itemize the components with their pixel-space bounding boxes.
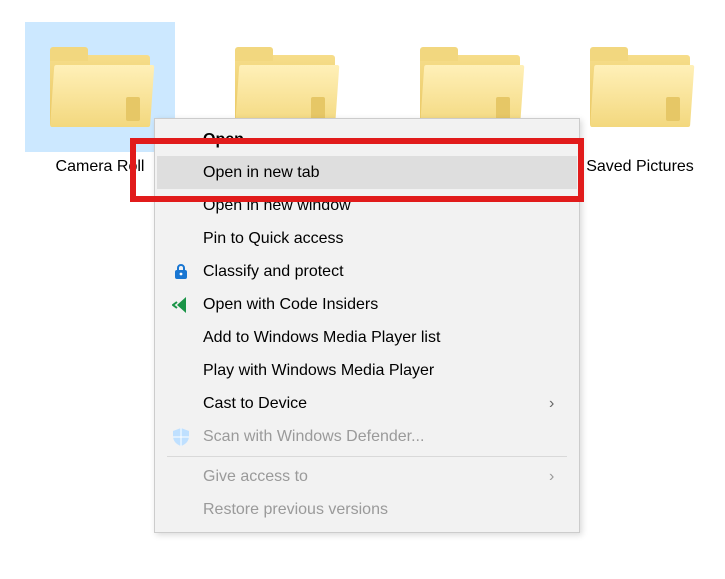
blank-icon (169, 465, 193, 489)
menu-item-pin-quick-access[interactable]: Pin to Quick access (157, 222, 577, 255)
folder-item[interactable]: Saved Pictures (560, 22, 720, 176)
blank-icon (169, 359, 193, 383)
vscode-insiders-icon (169, 293, 193, 317)
folder-icon (235, 47, 335, 127)
menu-item-open-code-insiders[interactable]: Open with Code Insiders (157, 288, 577, 321)
blank-icon (169, 194, 193, 218)
menu-item-open-new-tab[interactable]: Open in new tab (157, 156, 577, 189)
menu-item-scan-defender[interactable]: Scan with Windows Defender... (157, 420, 577, 453)
menu-item-give-access[interactable]: Give access to › (157, 460, 577, 493)
menu-item-add-wmp-list[interactable]: Add to Windows Media Player list (157, 321, 577, 354)
blank-icon (169, 128, 193, 152)
menu-item-label: Open (203, 131, 563, 149)
menu-item-label: Open in new window (203, 197, 563, 215)
file-explorer-view: Camera Roll Saved Pictures Open Open in … (0, 0, 725, 579)
context-menu: Open Open in new tab Open in new window … (154, 118, 580, 533)
folder-icon (590, 47, 690, 127)
menu-item-restore-versions[interactable]: Restore previous versions (157, 493, 577, 526)
menu-item-label: Classify and protect (203, 263, 563, 281)
menu-item-label: Give access to (203, 468, 549, 486)
chevron-right-icon: › (549, 468, 563, 486)
blank-icon (169, 326, 193, 350)
menu-item-label: Play with Windows Media Player (203, 362, 563, 380)
menu-item-open[interactable]: Open (157, 123, 577, 156)
chevron-right-icon: › (549, 395, 563, 413)
menu-item-label: Restore previous versions (203, 501, 563, 519)
menu-separator (167, 456, 567, 457)
menu-item-play-wmp[interactable]: Play with Windows Media Player (157, 354, 577, 387)
menu-item-label: Open with Code Insiders (203, 296, 563, 314)
menu-item-label: Cast to Device (203, 395, 549, 413)
menu-item-cast-to-device[interactable]: Cast to Device › (157, 387, 577, 420)
blank-icon (169, 227, 193, 251)
shield-icon (169, 425, 193, 449)
menu-item-classify-protect[interactable]: Classify and protect (157, 255, 577, 288)
menu-item-label: Scan with Windows Defender... (203, 428, 563, 446)
folder-icon-wrap (565, 22, 715, 152)
blank-icon (169, 161, 193, 185)
menu-item-label: Pin to Quick access (203, 230, 563, 248)
menu-item-open-new-window[interactable]: Open in new window (157, 189, 577, 222)
folder-label: Saved Pictures (560, 158, 720, 176)
menu-item-label: Add to Windows Media Player list (203, 329, 563, 347)
lock-icon (169, 260, 193, 284)
blank-icon (169, 498, 193, 522)
blank-icon (169, 392, 193, 416)
folder-selection-highlight (25, 22, 175, 152)
menu-item-label: Open in new tab (203, 164, 563, 182)
folder-icon (420, 47, 520, 127)
folder-icon (50, 47, 150, 127)
